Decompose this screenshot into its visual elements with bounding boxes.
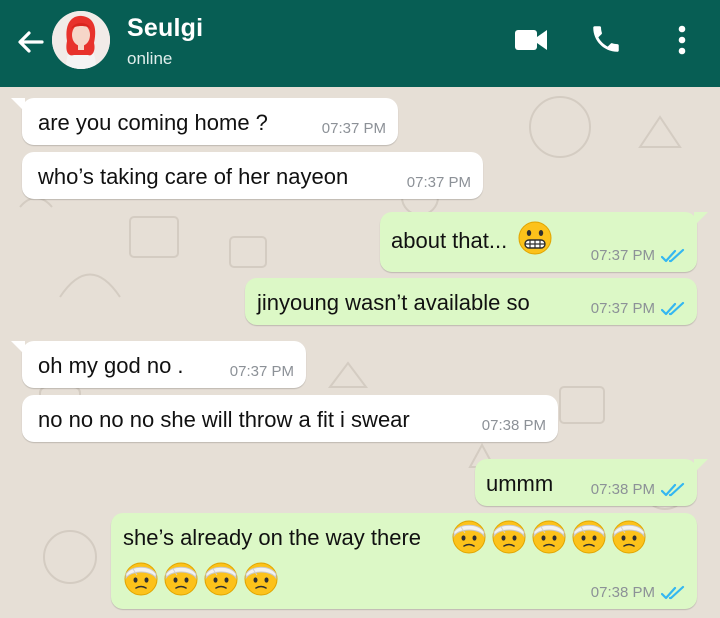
message-time: 07:37 PM: [590, 247, 655, 264]
face-with-head-bandage-icon: [612, 520, 646, 554]
message-text: are you coming home ?: [38, 110, 268, 135]
more-vert-icon[interactable]: [672, 24, 692, 56]
face-with-head-bandage-icon: [244, 562, 278, 596]
message-bubble[interactable]: who’s taking care of her nayeon 07:37 PM: [22, 152, 483, 199]
message-text: she’s already on the way there: [123, 525, 421, 550]
message-text: jinyoung wasn’t available so: [257, 290, 530, 315]
phone-icon[interactable]: [589, 22, 623, 56]
message-bubble[interactable]: oh my god no . 07:37 PM: [11, 341, 306, 388]
bubble-tail: [11, 98, 25, 112]
message-bubble[interactable]: jinyoung wasn’t available so 07:37 PM: [245, 278, 697, 325]
face-with-head-bandage-icon: [492, 520, 526, 554]
message-time: 07:37 PM: [321, 120, 386, 137]
message-time: 07:37 PM: [229, 363, 294, 380]
message-time: 07:37 PM: [406, 174, 471, 191]
face-with-head-bandage-icon: [572, 520, 606, 554]
read-ticks-icon: [661, 248, 685, 262]
message-bubble[interactable]: are you coming home ? 07:37 PM: [11, 98, 398, 145]
message-time: 07:38 PM: [590, 481, 655, 498]
contact-status: online: [127, 49, 173, 68]
face-with-head-bandage-icon: [124, 562, 158, 596]
message-time: 07:38 PM: [481, 417, 546, 434]
video-call-icon[interactable]: [514, 27, 548, 53]
message-time: 07:37 PM: [590, 300, 655, 317]
chat-header: Seulgi online: [0, 0, 720, 87]
avatar-image: [52, 11, 110, 69]
read-ticks-icon: [661, 482, 685, 496]
contact-name[interactable]: Seulgi: [127, 14, 203, 43]
message-text: about that...: [391, 228, 508, 253]
message-text: oh my god no .: [38, 353, 184, 378]
read-ticks-icon: [661, 301, 685, 315]
face-with-head-bandage-icon: [532, 520, 566, 554]
bubble-tail: [11, 341, 25, 355]
bubble-tail: [694, 212, 708, 226]
read-ticks-icon: [661, 585, 685, 599]
message-bubble[interactable]: she’s already on the way there 07:38 PM: [111, 513, 697, 609]
message-bubble[interactable]: no no no no she will throw a fit i swear…: [22, 395, 558, 442]
message-text: who’s taking care of her nayeon: [38, 164, 349, 189]
face-with-head-bandage-icon: [452, 520, 486, 554]
face-with-head-bandage-icon: [204, 562, 238, 596]
back-arrow-icon[interactable]: [14, 26, 46, 58]
face-with-head-bandage-icon: [164, 562, 198, 596]
avatar[interactable]: [52, 11, 110, 69]
message-bubble[interactable]: about that... 07:37 PM: [380, 212, 708, 272]
message-text: ummm: [486, 471, 554, 496]
grimacing-face-icon: [518, 221, 552, 255]
message-text: no no no no she will throw a fit i swear: [38, 407, 410, 432]
message-time: 07:38 PM: [590, 584, 655, 601]
message-bubble[interactable]: ummm 07:38 PM: [475, 459, 708, 506]
chat-area[interactable]: are you coming home ? 07:37 PM who’s tak…: [0, 87, 720, 618]
bubble-tail: [694, 459, 708, 473]
